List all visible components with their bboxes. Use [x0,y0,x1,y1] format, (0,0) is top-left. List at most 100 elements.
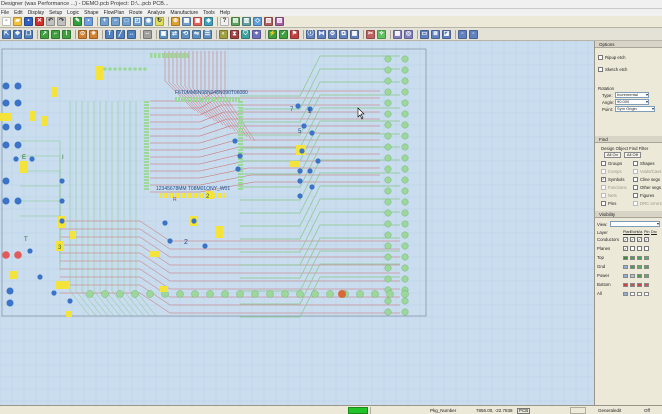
layer-color-swatch[interactable] [637,282,642,287]
group-icon[interactable]: ▦ [350,29,359,39]
gloss-icon[interactable]: ◐ [219,29,228,39]
layer-color-swatch[interactable] [644,282,649,287]
route-icon[interactable]: ↗ [40,29,49,39]
layer-color-swatch[interactable] [630,264,635,269]
ripup-icon[interactable]: ✂ [366,29,375,39]
show-icon[interactable]: ▤ [231,17,240,26]
layer-color-swatch[interactable] [637,273,642,278]
via-icon[interactable]: ⊙ [78,29,87,39]
extra2-icon[interactable]: ▫ [469,29,478,39]
menu-route[interactable]: Route [129,10,142,16]
layer-color-swatch[interactable] [623,264,628,269]
slide-icon[interactable]: ⌇ [62,29,71,39]
layer-color-swatch[interactable] [637,255,642,260]
measure-icon[interactable]: ⊕ [171,17,180,26]
layer-color-swatch[interactable] [623,255,628,260]
layer-color-swatch[interactable] [630,255,635,260]
rotate-icon[interactable]: ⟲ [181,29,190,39]
color-icon[interactable]: ▣ [193,17,202,26]
stack-icon[interactable]: ≣ [431,29,440,39]
visibility-checkbox[interactable]: ✓ [637,237,642,242]
net-icon[interactable]: ⋈ [317,29,326,39]
layer-color-swatch[interactable] [637,291,642,296]
menu-edit[interactable]: Edit [14,10,23,16]
swap-icon[interactable]: ⇄ [170,29,179,39]
layer-color-swatch[interactable] [637,264,642,269]
checkbox[interactable] [633,160,638,166]
pcb-layout[interactable]: F6T0MM8N08N048N090T06080 12345678MM T08M… [0,41,594,405]
checkbox[interactable] [633,176,638,182]
menu-file[interactable]: File [1,10,9,16]
mirror-icon[interactable]: ⇋ [192,29,201,39]
menu-help[interactable]: Help [220,10,230,16]
spread-icon[interactable]: ⇔ [143,29,152,39]
zoom-out-icon[interactable]: − [111,17,120,26]
report-icon[interactable]: ▨ [275,17,284,26]
open-icon[interactable]: ▰ [13,17,22,26]
rotation-angle-select[interactable]: 90.000 ▾ [615,99,649,105]
all-on-button[interactable]: All On [604,152,621,158]
find-filter-other-segs[interactable]: Other segs [633,183,662,191]
drc-icon[interactable]: ◇ [253,17,262,26]
zoom-world-icon[interactable]: ◉ [144,17,153,26]
menu-logic[interactable]: Logic [67,10,79,16]
delay-icon[interactable]: ⧗ [230,29,239,39]
find-filter-comps[interactable]: Comps [601,167,633,175]
wire-icon[interactable]: ▪ [84,17,93,26]
checkbox[interactable] [633,168,638,174]
layer-color-swatch[interactable] [623,282,628,287]
property-icon[interactable]: ⓘ [306,29,315,39]
autoroute-icon[interactable]: ⚡ [268,29,277,39]
checkbox[interactable] [601,192,606,198]
layer-color-swatch[interactable] [623,273,628,278]
shape-icon[interactable]: ▥ [242,17,251,26]
view-select[interactable]: ▾ [610,221,660,227]
visibility-checkbox[interactable]: ✓ [623,246,628,251]
place-icon[interactable]: ▣ [159,29,168,39]
find-filter-cline-segs[interactable]: Cline segs [633,175,662,183]
find-filter-figures[interactable]: Figures [633,191,662,199]
align-icon[interactable]: ☰ [203,29,212,39]
all-off-button[interactable]: All Off [623,152,641,158]
menu-manufacture[interactable]: Manufacture [170,10,198,16]
find-filter-drc-errors[interactable]: DRC errors [633,199,662,207]
layer-color-swatch[interactable] [623,291,628,296]
checkbox[interactable] [601,200,606,206]
menu-analyze[interactable]: Analyze [148,10,166,16]
save-icon[interactable]: ▪ [24,17,33,26]
visibility-checkbox[interactable]: ✓ [630,237,635,242]
grid-icon[interactable]: ▦ [182,17,191,26]
move-icon[interactable]: ✥ [13,29,22,39]
checkbox[interactable]: ✓ [601,176,606,182]
undo-icon[interactable]: ↶ [46,17,55,26]
menu-flowplan[interactable]: FlowPlan [104,10,125,16]
line-icon[interactable]: ╱ [116,29,125,39]
find-filter-nets[interactable]: Nets [601,191,633,199]
layer-color-swatch[interactable] [630,291,635,296]
redo-icon[interactable]: ↷ [57,17,66,26]
layer-color-swatch[interactable] [644,255,649,260]
help-icon[interactable]: ? [220,17,229,26]
layer-icon[interactable]: ▧ [264,17,273,26]
menu-setup[interactable]: Setup [49,10,62,16]
view3d-icon[interactable]: ◪ [442,29,451,39]
find-filter-voids-cavs[interactable]: Voids/Cavs [633,167,662,175]
cut-icon[interactable]: ✕ [35,17,44,26]
panel-icon[interactable]: ▭ [420,29,429,39]
gerber-icon[interactable]: ▩ [393,29,402,39]
extra-icon[interactable]: ▫ [458,29,467,39]
flag-icon[interactable]: ⚑ [290,29,299,39]
checkbox[interactable] [633,192,638,198]
layer-color-swatch[interactable] [644,273,649,278]
drill-icon[interactable]: ◎ [404,29,413,39]
find-filter-shapes[interactable]: Shapes [633,159,662,167]
zoom-fit-icon[interactable]: □ [122,17,131,26]
menu-display[interactable]: Display [28,10,44,16]
menu-shape[interactable]: Shape [84,10,98,16]
visibility-checkbox[interactable] [637,246,642,251]
ripup-etch-checkbox[interactable] [598,54,603,60]
sketch-etch-checkbox[interactable] [598,66,603,72]
new-icon[interactable]: ▫ [2,17,11,26]
find-filter-functions[interactable]: Functions [601,183,633,191]
dim-icon[interactable]: ↔ [127,29,136,39]
